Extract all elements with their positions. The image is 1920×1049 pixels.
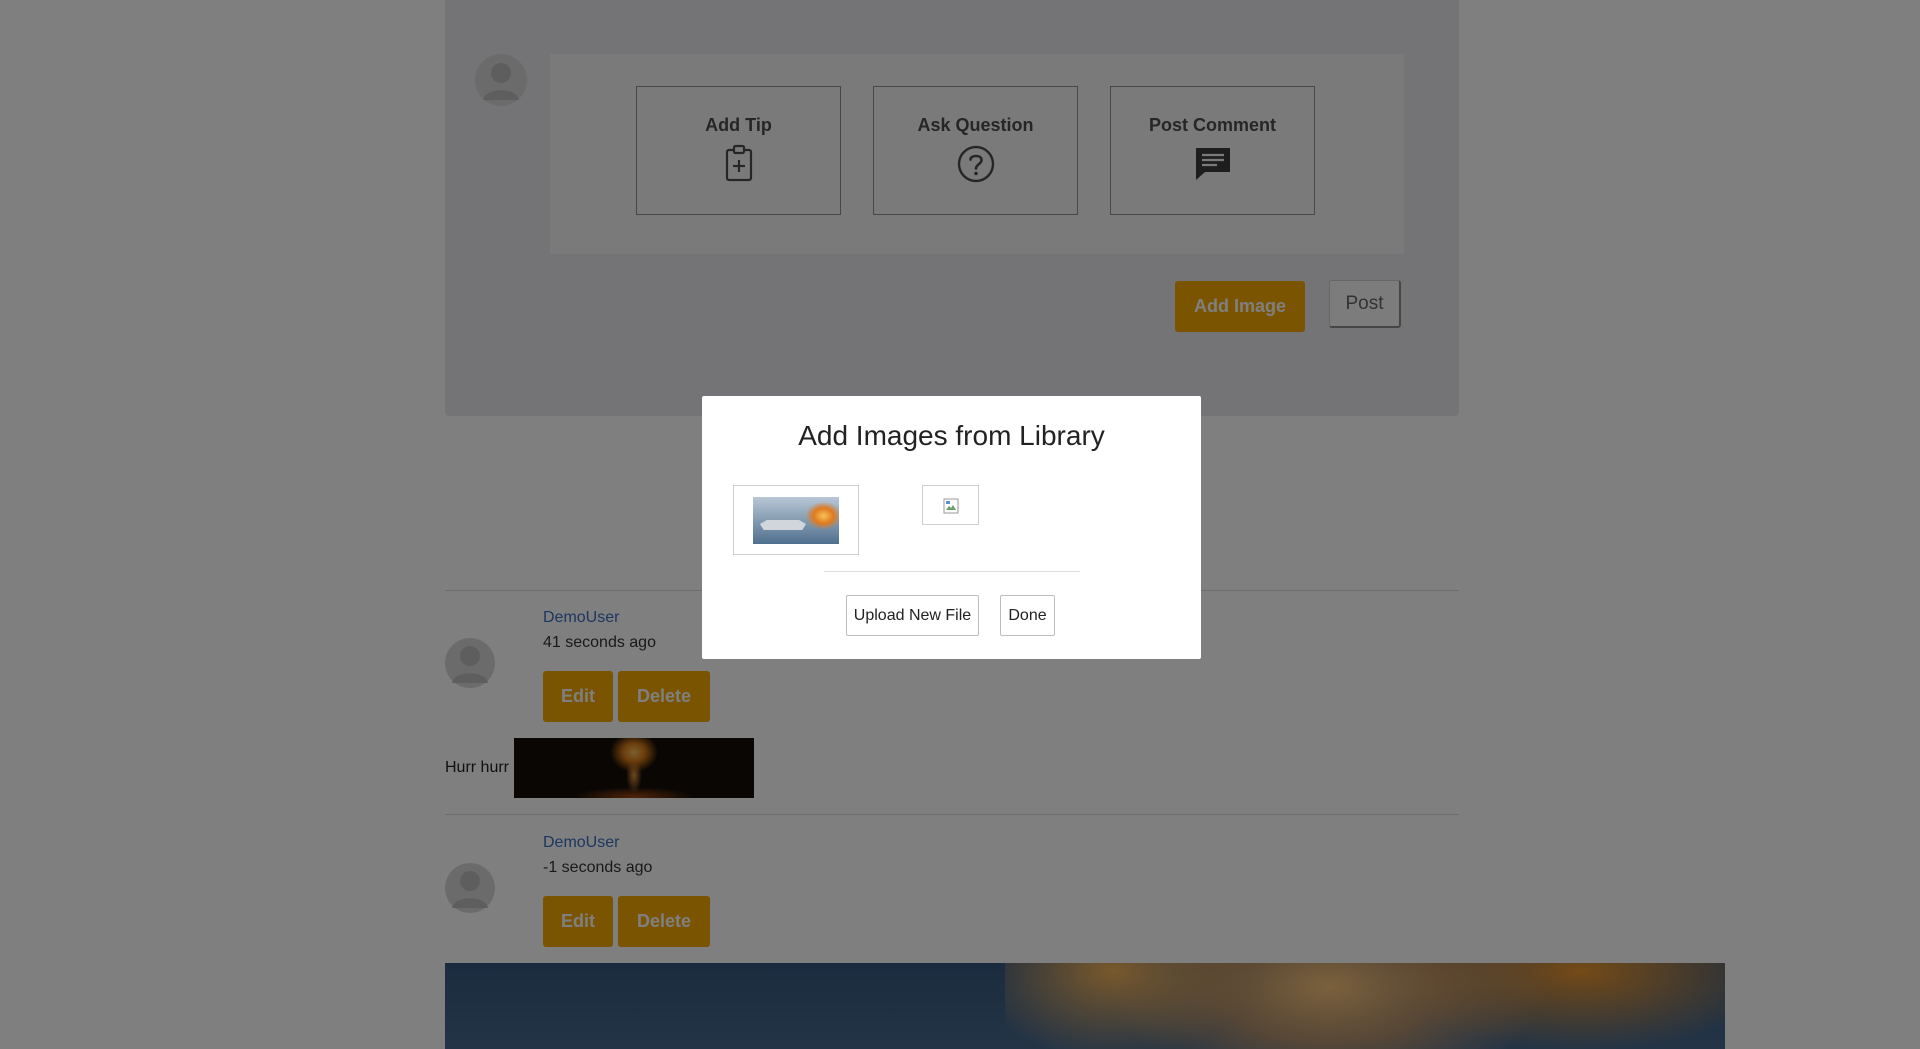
done-button[interactable]: Done (1000, 595, 1055, 636)
modal-divider (824, 571, 1080, 572)
upload-new-file-button[interactable]: Upload New File (846, 595, 979, 636)
image-library-modal: Add Images from Library Upload New File … (702, 396, 1201, 659)
library-image-thumbnail[interactable] (922, 485, 979, 525)
library-image-thumbnail[interactable] (733, 485, 859, 555)
broken-image-icon (943, 498, 959, 514)
ship-shape (760, 520, 806, 530)
modal-title: Add Images from Library (798, 420, 1105, 451)
